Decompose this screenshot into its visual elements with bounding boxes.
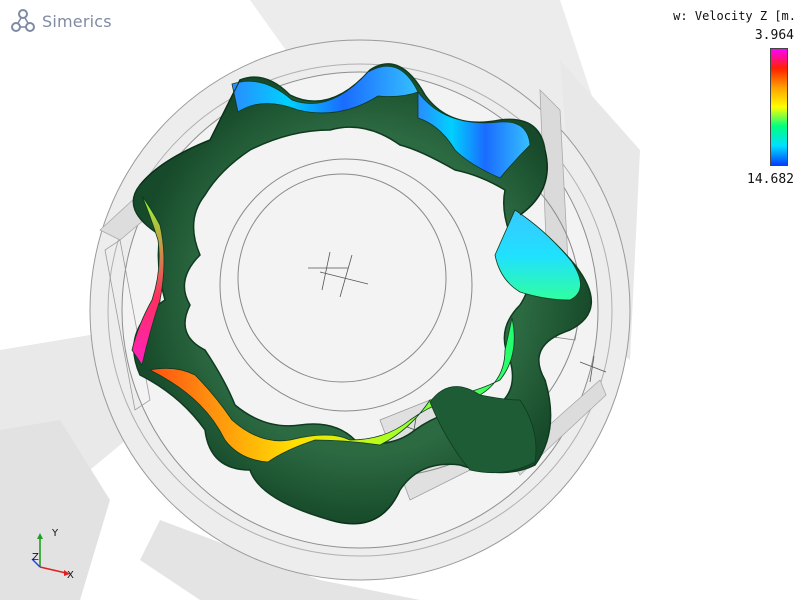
legend-min-value: 14.682: [747, 172, 794, 187]
3d-viewport[interactable]: [0, 0, 800, 600]
legend-max-value: 3.964: [754, 28, 794, 43]
simerics-logo-icon: [11, 9, 35, 32]
legend-title: w: Velocity Z [m.: [673, 9, 796, 23]
axis-y-label: Y: [52, 528, 59, 539]
simerics-logo: Simerics: [10, 8, 112, 34]
logo-text: Simerics: [42, 11, 112, 31]
legend-colorbar: [770, 48, 788, 166]
axis-x-label: X: [67, 570, 74, 581]
axis-z-label: Z: [32, 552, 39, 563]
